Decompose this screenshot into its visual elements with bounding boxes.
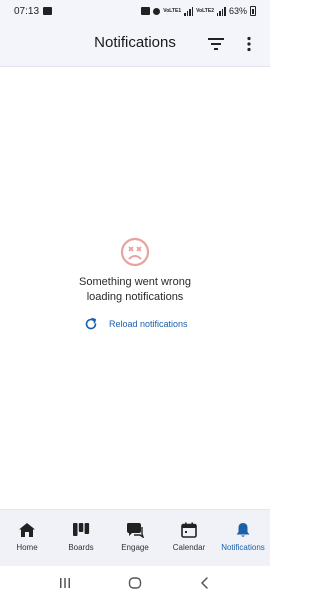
nav-item-home[interactable]: Home [0,510,54,566]
screen: 07:13 VoLTE1 VoLTE2 63% Notifications So… [0,0,270,600]
volte-2-label: VoLTE2 [196,7,214,14]
app-notification-icon [141,7,151,15]
bell-icon [236,523,250,537]
nav-label-engage: Engage [121,543,149,552]
engage-icon [127,523,144,538]
reload-label: Reload notifications [109,319,188,329]
filter-icon[interactable] [207,37,225,51]
status-time: 07:13 [14,5,40,17]
reload-notifications-button[interactable]: Reload notifications [84,315,188,333]
back-icon[interactable] [198,576,212,590]
gallery-icon [43,7,53,15]
system-nav-bar [0,566,270,600]
nav-label-home: Home [16,543,38,552]
nav-label-boards: Boards [68,543,94,552]
home-system-icon[interactable] [128,576,142,590]
status-left: 07:13 [14,5,53,17]
app-header: Notifications [0,22,270,67]
recent-apps-icon[interactable] [58,576,72,590]
battery-percent: 63% [228,6,247,16]
page-title: Notifications [94,34,176,51]
boards-icon [73,523,90,536]
bottom-nav: Home Boards Engage Calendar Notification… [0,509,270,566]
volte-1-label: VoLTE1 [163,7,182,14]
nav-item-engage[interactable]: Engage [108,510,162,566]
battery-icon [250,6,256,16]
status-right: VoLTE1 VoLTE2 63% [141,6,256,16]
signal-1-icon [184,6,194,16]
more-vert-icon[interactable] [242,36,256,52]
nav-label-notifications: Notifications [221,543,265,552]
error-message: Something went wrong loading notificatio… [79,276,191,303]
alarm-icon [153,7,161,15]
nav-label-calendar: Calendar [172,543,206,552]
home-icon [19,523,35,537]
sad-face-icon [120,237,150,267]
nav-item-boards[interactable]: Boards [54,510,108,566]
reload-icon [85,317,97,330]
error-state: Something went wrong loading notificatio… [0,237,270,305]
signal-2-icon [216,6,226,16]
status-bar: 07:13 VoLTE1 VoLTE2 63% [0,0,270,22]
nav-item-notifications[interactable]: Notifications [216,510,270,566]
nav-item-calendar[interactable]: Calendar [162,510,216,566]
calendar-icon [181,522,197,538]
